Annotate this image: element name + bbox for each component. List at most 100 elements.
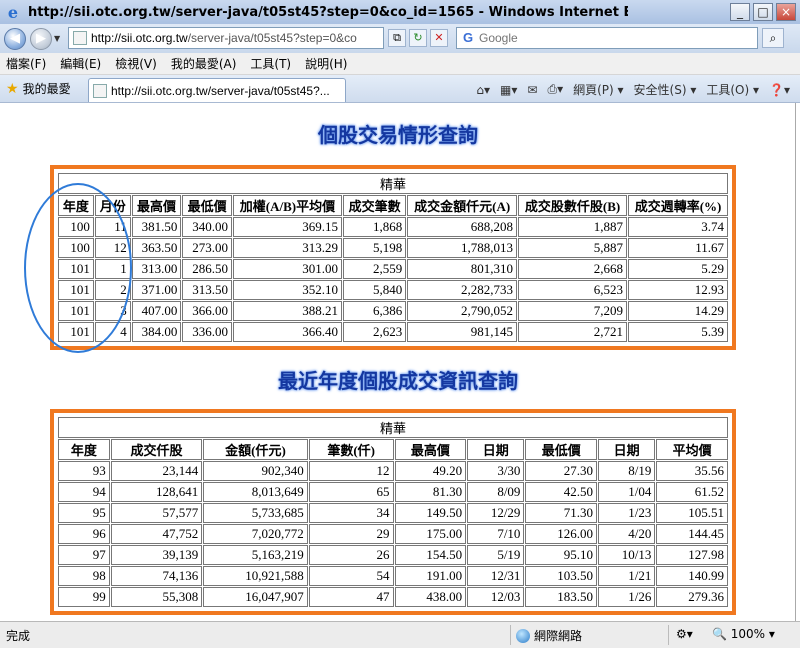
back-button[interactable]: ◀ bbox=[4, 27, 26, 50]
table-cell: 5,840 bbox=[342, 280, 407, 300]
safety-menu[interactable]: 安全性(S) ▾ bbox=[634, 81, 697, 98]
favorites-star-icon[interactable]: ★ bbox=[6, 81, 19, 97]
menu-edit[interactable]: 編輯(E) bbox=[60, 55, 101, 72]
table-cell: 301.00 bbox=[232, 259, 342, 279]
section1-column-header: 最高價 bbox=[131, 195, 182, 216]
table-row: 100 12 363.50 273.00 313.29 5,198 1,788,013 5,8… bbox=[58, 238, 728, 258]
yearly-table: 精華 年度 成交仟股 金額(仟元) 筆數(仟) 最高價 日期 最低價 日期 平均價 93 23,1… bbox=[57, 416, 729, 608]
stop-icon[interactable]: ✕ bbox=[430, 29, 448, 47]
table-row: 101 3 407.00 366.00 388.21 6,386 2,790,052 7,20… bbox=[58, 301, 728, 321]
window-title-bar: e http://sii.otc.org.tw/server-java/t05s… bbox=[0, 0, 800, 24]
table-cell: 981,145 bbox=[407, 322, 518, 342]
table-cell: 105.51 bbox=[656, 503, 728, 523]
section1-caption: 精華 bbox=[58, 173, 728, 194]
menu-file[interactable]: 檔案(F) bbox=[6, 55, 46, 72]
table-cell: 3.74 bbox=[628, 217, 728, 237]
zoom-level: 100% bbox=[730, 627, 766, 641]
forward-button[interactable]: ▶ bbox=[30, 27, 52, 50]
history-dropdown-icon[interactable]: ▼ bbox=[54, 34, 60, 43]
table-cell: 7,020,772 bbox=[203, 524, 308, 544]
table-cell: 8/09 bbox=[467, 482, 525, 502]
table-row: 96 47,752 7,020,772 29 175.00 7/10 126.00 4/20 1… bbox=[58, 524, 728, 544]
protected-mode-icon[interactable]: ⚙▾ bbox=[676, 627, 693, 641]
minimize-button[interactable]: _ bbox=[730, 3, 750, 21]
address-toolbar: ◀ ▶ ▼ http://sii.otc.org.tw/server-java/… bbox=[0, 24, 800, 53]
table-row: 98 74,136 10,921,588 54 191.00 12/31 103.50 1/2… bbox=[58, 566, 728, 586]
menu-favorites[interactable]: 我的最愛(A) bbox=[171, 55, 237, 72]
feeds-icon[interactable]: ▦▾ bbox=[500, 83, 517, 97]
section2-column-header: 最高價 bbox=[394, 439, 467, 460]
table-cell: 6,386 bbox=[342, 301, 407, 321]
table-cell: 98 bbox=[58, 566, 110, 586]
table-row: 101 1 313.00 286.50 301.00 2,559 801,310 2,668 5… bbox=[58, 259, 728, 279]
trading-table: 精華 年度 月份 最高價 最低價 加權(A/B)平均價 成交筆數 成交金額仟元(A) 成交股數… bbox=[57, 172, 729, 343]
table-cell: 273.00 bbox=[182, 238, 232, 258]
table-cell: 11.67 bbox=[628, 238, 728, 258]
table-cell: 2,282,733 bbox=[407, 280, 518, 300]
table-row: 97 39,139 5,163,219 26 154.50 5/19 95.10 10/13 1… bbox=[58, 545, 728, 565]
close-button[interactable]: × bbox=[776, 3, 796, 21]
section2-column-header: 金額(仟元) bbox=[203, 439, 308, 460]
security-zone[interactable]: 網際網路 bbox=[516, 627, 582, 644]
table-cell: 95.10 bbox=[525, 545, 598, 565]
section1-column-header: 成交筆數 bbox=[342, 195, 407, 216]
mail-icon[interactable]: ✉ bbox=[527, 83, 537, 97]
table-cell: 47 bbox=[308, 587, 394, 607]
table-cell: 1/21 bbox=[598, 566, 656, 586]
print-icon[interactable]: ⎙▾ bbox=[547, 82, 563, 97]
table-cell: 313.50 bbox=[182, 280, 232, 300]
url-host: http://sii.otc.org.tw bbox=[91, 31, 188, 45]
table-cell: 1/26 bbox=[598, 587, 656, 607]
window-title: http://sii.otc.org.tw/server-java/t05st4… bbox=[28, 4, 628, 20]
menu-help[interactable]: 說明(H) bbox=[305, 55, 347, 72]
help-icon[interactable]: ❓▾ bbox=[769, 83, 790, 97]
home-icon[interactable]: ⌂▾ bbox=[476, 83, 490, 97]
table-cell: 61.52 bbox=[656, 482, 728, 502]
refresh-icon[interactable]: ↻ bbox=[409, 29, 427, 47]
ie-logo-icon: e bbox=[7, 2, 19, 22]
menu-tools[interactable]: 工具(T) bbox=[250, 55, 291, 72]
zone-label: 網際網路 bbox=[534, 629, 583, 643]
table-cell: 313.29 bbox=[232, 238, 342, 258]
search-box[interactable]: G bbox=[456, 27, 758, 49]
address-field[interactable]: http://sii.otc.org.tw/server-java/t05st4… bbox=[68, 27, 384, 49]
table-cell: 12/03 bbox=[467, 587, 525, 607]
table-cell: 154.50 bbox=[394, 545, 467, 565]
search-button[interactable]: ⌕ bbox=[762, 28, 784, 48]
compat-view-icon[interactable]: ⧉ bbox=[388, 29, 406, 47]
menu-view[interactable]: 檢視(V) bbox=[115, 55, 157, 72]
table-cell: 1/23 bbox=[598, 503, 656, 523]
table-cell: 8/19 bbox=[598, 461, 656, 481]
table-cell: 144.45 bbox=[656, 524, 728, 544]
table-cell: 369.15 bbox=[232, 217, 342, 237]
browser-tab[interactable]: http://sii.otc.org.tw/server-java/t05st4… bbox=[88, 78, 346, 102]
table-cell: 94 bbox=[58, 482, 110, 502]
table-cell: 1,887 bbox=[518, 217, 628, 237]
table-row: 100 11 381.50 340.00 369.15 1,868 688,208 1,887… bbox=[58, 217, 728, 237]
table-cell: 95 bbox=[58, 503, 110, 523]
section2-caption: 精華 bbox=[58, 417, 728, 438]
annotation-ellipse bbox=[24, 183, 132, 353]
search-input[interactable] bbox=[479, 31, 739, 45]
table-cell: 2,668 bbox=[518, 259, 628, 279]
table-cell: 5,163,219 bbox=[203, 545, 308, 565]
zoom-control[interactable]: 🔍 100% ▾ bbox=[712, 627, 775, 641]
table-cell: 127.98 bbox=[656, 545, 728, 565]
table-cell: 5,733,685 bbox=[203, 503, 308, 523]
table-cell: 5.29 bbox=[628, 259, 728, 279]
menu-bar: 檔案(F) 編輯(E) 檢視(V) 我的最愛(A) 工具(T) 說明(H) bbox=[0, 53, 800, 75]
maximize-button[interactable]: □ bbox=[753, 3, 773, 21]
tools-menu[interactable]: 工具(O) ▾ bbox=[706, 81, 759, 98]
favorites-bar: ★ 我的最愛 http://sii.otc.org.tw/server-java… bbox=[0, 75, 800, 103]
table-cell: 71.30 bbox=[525, 503, 598, 523]
table-row: 101 2 371.00 313.50 352.10 5,840 2,282,733 6,52… bbox=[58, 280, 728, 300]
favorites-button[interactable]: 我的最愛 bbox=[23, 80, 71, 97]
page-content: 個股交易情形查詢 精華 年度 月份 最高價 最低價 加權(A/B)平均價 成交筆數 成交金額… bbox=[0, 103, 796, 621]
table-cell: 407.00 bbox=[131, 301, 182, 321]
table-cell: 371.00 bbox=[131, 280, 182, 300]
page-menu[interactable]: 網頁(P) ▾ bbox=[573, 81, 623, 98]
table-cell: 10,921,588 bbox=[203, 566, 308, 586]
table-cell: 81.30 bbox=[394, 482, 467, 502]
table-cell: 74,136 bbox=[110, 566, 203, 586]
tab-label: http://sii.otc.org.tw/server-java/t05st4… bbox=[111, 83, 330, 98]
